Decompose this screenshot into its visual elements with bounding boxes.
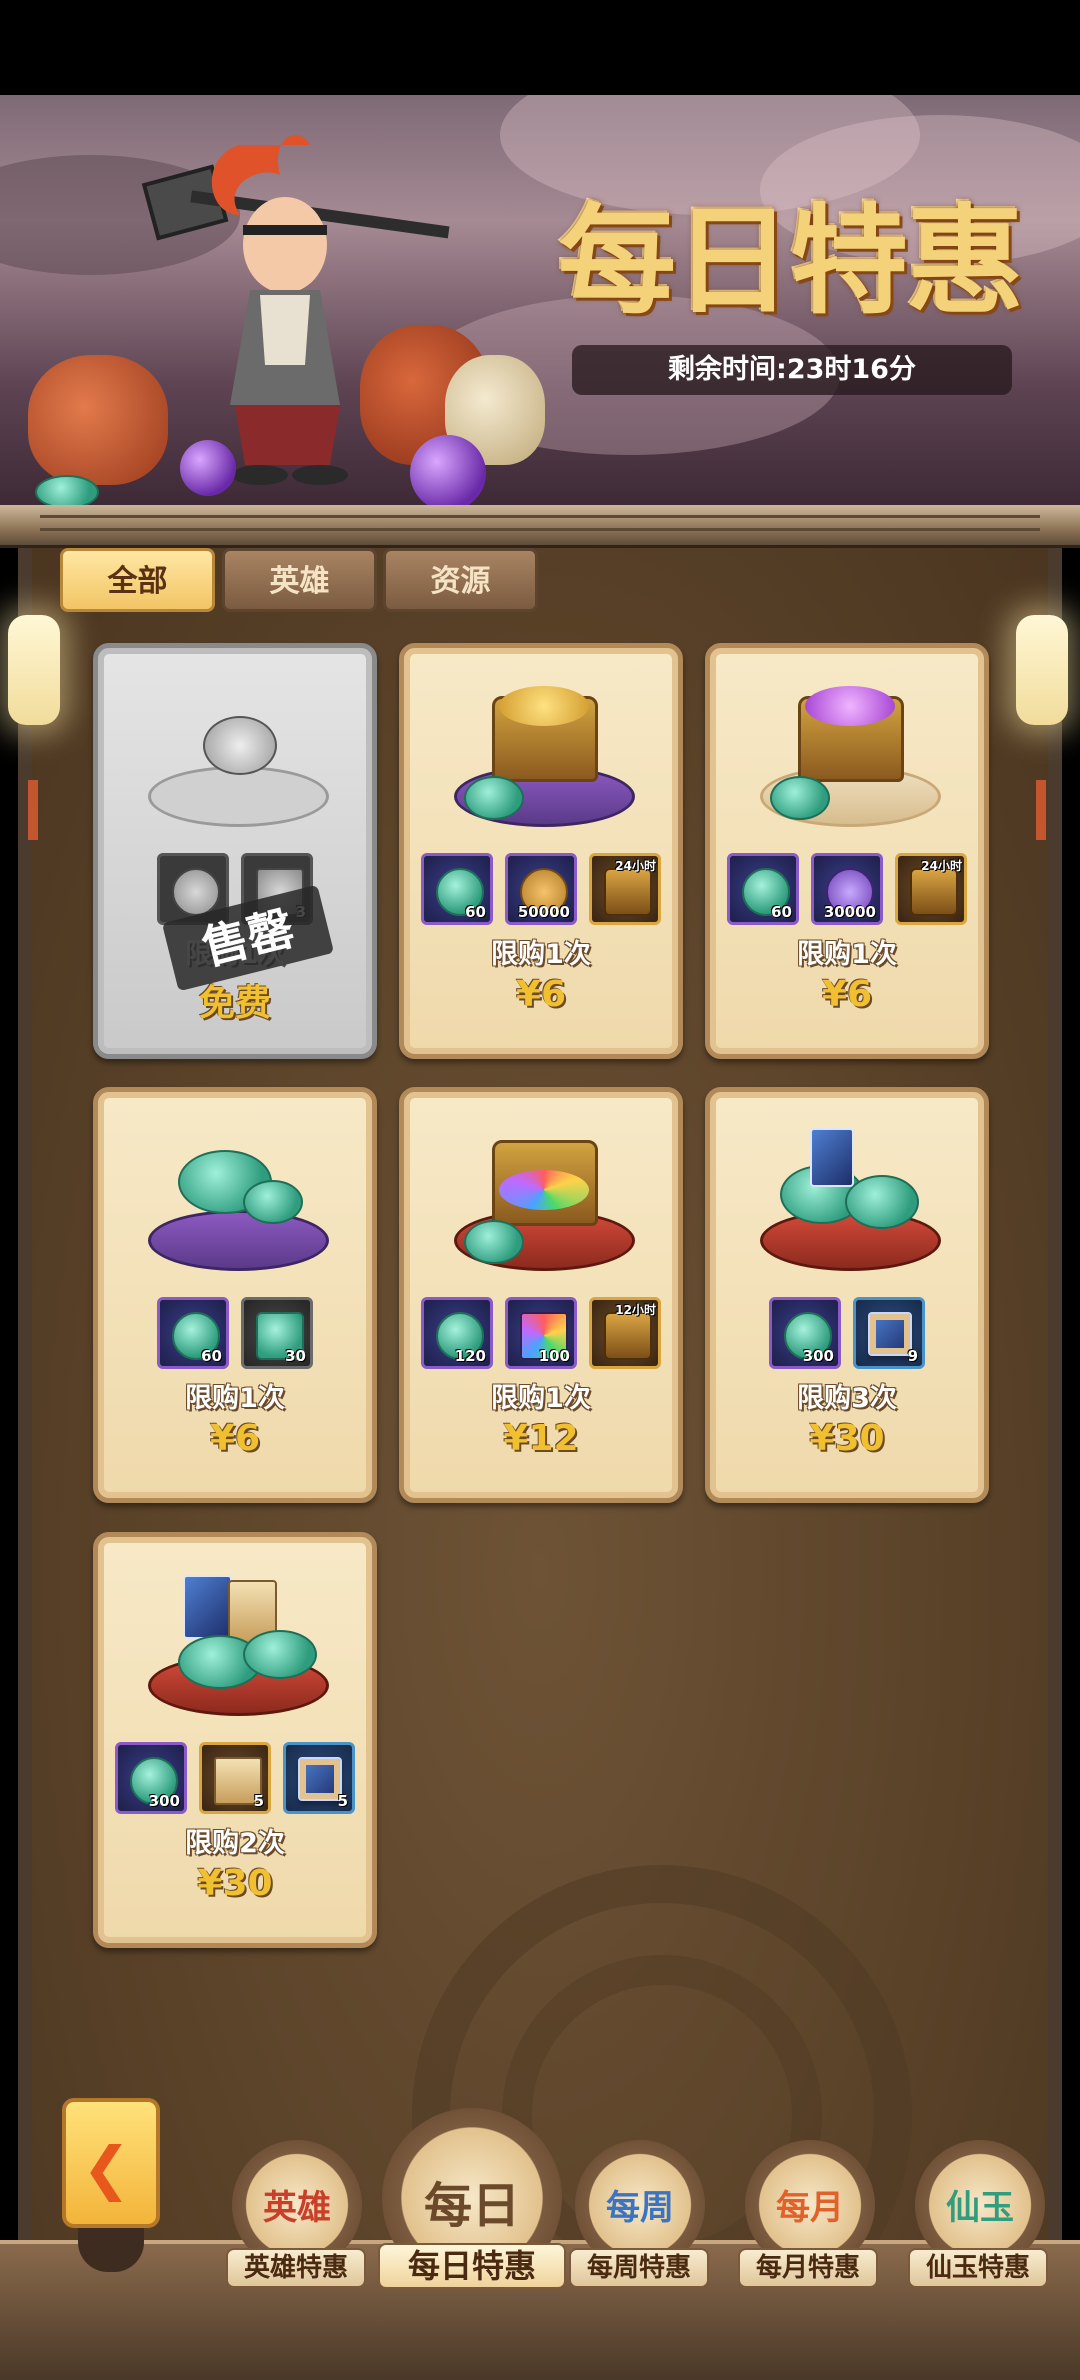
offer-art	[148, 676, 329, 827]
offer-item[interactable]: 100	[505, 1297, 577, 1369]
offer-art	[148, 1120, 329, 1271]
offer-item[interactable]: 120	[421, 1297, 493, 1369]
tab-all[interactable]: 全部	[60, 548, 215, 612]
offer-art	[454, 676, 635, 827]
purchase-limit: 限购1次	[491, 1383, 591, 1414]
treasure-bag-icon	[28, 355, 168, 485]
nav-hero-deals[interactable]: 英雄特惠	[226, 2248, 366, 2288]
lantern-icon	[1016, 615, 1068, 725]
price-label: ¥6	[515, 974, 567, 1015]
purple-orb-icon	[410, 435, 486, 511]
hero-card-icon	[868, 1312, 912, 1356]
offer-item[interactable]: 9	[853, 1297, 925, 1369]
offer-item[interactable]: 300	[115, 1742, 187, 1814]
tassel-icon	[1036, 780, 1046, 840]
purchase-limit: 限购1次	[491, 939, 591, 970]
offer-card-free[interactable]: 3 限购1次 免费 售罄	[93, 643, 377, 1059]
offer-art	[760, 1120, 941, 1271]
offer-item[interactable]: 24小时	[895, 853, 967, 925]
offer-card[interactable]: 120 100 12小时 限购1次 ¥12	[399, 1087, 683, 1503]
offer-item[interactable]: 60	[727, 853, 799, 925]
price-label: 免费	[198, 983, 271, 1024]
tab-hero[interactable]: 英雄	[222, 548, 377, 612]
price-label: ¥6	[821, 974, 873, 1015]
offer-card[interactable]: 60 30 限购1次 ¥6	[93, 1087, 377, 1503]
banner: 每日特惠 剩余时间:23时16分	[0, 95, 1080, 515]
price-label: ¥12	[503, 1418, 579, 1459]
tab-resource[interactable]: 资源	[383, 548, 538, 612]
status-bar	[0, 0, 1080, 95]
purchase-limit: 限购2次	[185, 1828, 285, 1859]
blue-card-icon	[298, 1757, 342, 1801]
offer-art	[760, 676, 941, 827]
offer-item[interactable]: 12小时	[589, 1297, 661, 1369]
offer-item[interactable]: 300	[769, 1297, 841, 1369]
purchase-limit: 限购3次	[797, 1383, 897, 1414]
silver-coin-icon	[172, 868, 220, 916]
offer-card[interactable]: 300 9 限购3次 ¥30	[705, 1087, 989, 1503]
offer-item[interactable]: 5	[199, 1742, 271, 1814]
page-title: 每日特惠	[557, 191, 1024, 330]
offer-item[interactable]: 5	[283, 1742, 355, 1814]
nav-daily-deals[interactable]: 每日特惠	[378, 2243, 566, 2289]
purple-orb-icon	[180, 440, 236, 496]
back-button[interactable]: ❮	[62, 2098, 160, 2228]
top-beam	[0, 505, 1080, 548]
offer-item[interactable]: 60	[157, 1297, 229, 1369]
nav-weekly-deals[interactable]: 每周特惠	[569, 2248, 709, 2288]
nav-jade-deals[interactable]: 仙玉特惠	[908, 2248, 1048, 2288]
treasure-chest-icon	[910, 868, 958, 916]
nav-monthly-deals[interactable]: 每月特惠	[738, 2248, 878, 2288]
treasure-chest-icon	[604, 868, 652, 916]
offer-item[interactable]: 30	[241, 1297, 313, 1369]
offer-item[interactable]: 30000	[811, 853, 883, 925]
offer-item[interactable]: 24小时	[589, 853, 661, 925]
back-arrow-icon: ❮	[82, 2134, 131, 2202]
jade-coin-icon	[35, 475, 99, 509]
purchase-limit: 限购1次	[185, 1383, 285, 1414]
offer-card[interactable]: 300 5 5 限购2次 ¥30	[93, 1532, 377, 1948]
price-label: ¥30	[809, 1418, 885, 1459]
offer-item[interactable]: 60	[421, 853, 493, 925]
purchase-limit: 限购1次	[797, 939, 897, 970]
offer-card[interactable]: 60 30000 24小时 限购1次 ¥6	[705, 643, 989, 1059]
price-label: ¥6	[209, 1418, 261, 1459]
offer-card[interactable]: 60 50000 24小时 限购1次 ¥6	[399, 643, 683, 1059]
offer-art	[148, 1565, 329, 1716]
offer-art	[454, 1120, 635, 1271]
offer-item[interactable]: 50000	[505, 853, 577, 925]
lantern-icon	[8, 615, 60, 725]
tassel-icon	[28, 780, 38, 840]
treasure-chest-icon	[604, 1312, 652, 1360]
price-label: ¥30	[197, 1863, 273, 1904]
countdown-timer: 剩余时间:23时16分	[572, 345, 1012, 395]
